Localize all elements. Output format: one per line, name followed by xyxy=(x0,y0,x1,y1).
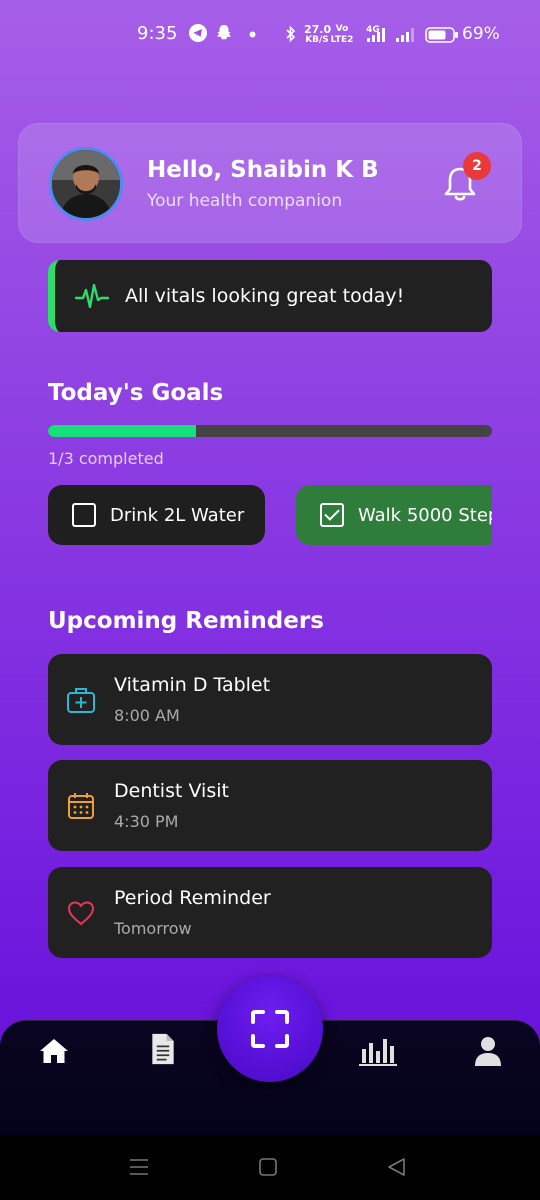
goal-chip-walk[interactable]: Walk 5000 Steps xyxy=(296,485,492,545)
profile-icon[interactable] xyxy=(472,1035,504,1067)
dot-icon xyxy=(249,31,256,38)
system-navigation-bar xyxy=(0,1135,540,1200)
profile-header-card: Hello, Shaibin K B Your health companion… xyxy=(18,123,522,243)
reminder-title: Period Reminder xyxy=(114,887,271,909)
recent-apps-icon[interactable] xyxy=(129,1157,149,1177)
volte-bottom: LTE2 xyxy=(330,35,354,45)
reminders-section-title: Upcoming Reminders xyxy=(48,608,324,634)
home-icon[interactable] xyxy=(38,1035,70,1067)
notification-badge: 2 xyxy=(463,152,491,180)
status-time: 9:35 xyxy=(137,23,178,44)
battery-percentage: 69% xyxy=(462,24,500,44)
telegram-icon xyxy=(189,24,207,42)
medical-kit-icon xyxy=(67,688,95,713)
reminder-card[interactable]: Vitamin D Tablet 8:00 AM xyxy=(48,654,492,745)
reminder-time: 4:30 PM xyxy=(114,812,179,831)
goals-list[interactable]: Drink 2L Water Walk 5000 Steps xyxy=(48,485,492,547)
scan-button[interactable] xyxy=(217,976,323,1082)
goal-checkbox-unchecked[interactable] xyxy=(72,503,96,527)
net-speed-value: 27.0 xyxy=(304,23,332,36)
greeting-text: Hello, Shaibin K B xyxy=(147,157,379,183)
status-bar: 9:35 27.0 KB/S Vo LTE2 4G 69% xyxy=(0,0,540,70)
back-icon[interactable] xyxy=(386,1157,406,1177)
vitals-status-banner: All vitals looking great today! xyxy=(48,260,492,332)
goals-progress-bar xyxy=(48,425,492,437)
reminder-title: Vitamin D Tablet xyxy=(114,674,271,696)
scan-icon xyxy=(251,1010,289,1048)
heartbeat-pulse-icon xyxy=(75,283,109,309)
reminder-time: 8:00 AM xyxy=(114,706,180,725)
avatar-photo xyxy=(52,150,120,218)
bluetooth-icon xyxy=(286,25,296,43)
snapchat-icon xyxy=(217,25,231,40)
reminder-card[interactable]: Period Reminder Tomorrow xyxy=(48,867,492,958)
goals-progress-text: 1/3 completed xyxy=(48,449,164,468)
avatar[interactable] xyxy=(49,147,123,221)
tagline-text: Your health companion xyxy=(147,191,343,211)
heart-icon xyxy=(68,901,94,925)
net-speed-unit: KB/S xyxy=(305,35,329,45)
reminder-title: Dentist Visit xyxy=(114,780,229,802)
chart-icon[interactable] xyxy=(358,1035,398,1067)
reminder-card[interactable]: Dentist Visit 4:30 PM xyxy=(48,760,492,851)
goal-checkbox-checked[interactable] xyxy=(320,503,344,527)
document-icon[interactable] xyxy=(147,1033,179,1065)
battery-icon xyxy=(425,27,458,43)
goal-label: Walk 5000 Steps xyxy=(358,504,492,526)
calendar-icon xyxy=(68,793,94,819)
signal-icon-2 xyxy=(396,28,414,42)
home-button-icon[interactable] xyxy=(258,1157,278,1177)
goal-label: Drink 2L Water xyxy=(110,504,245,526)
vitals-message: All vitals looking great today! xyxy=(125,285,405,307)
volte-top: Vo xyxy=(335,24,349,34)
signal-icon-1 xyxy=(367,28,385,42)
reminder-time: Tomorrow xyxy=(114,919,192,938)
goals-progress-fill xyxy=(48,425,196,437)
goals-section-title: Today's Goals xyxy=(48,380,224,406)
goal-chip-water[interactable]: Drink 2L Water xyxy=(48,485,265,545)
